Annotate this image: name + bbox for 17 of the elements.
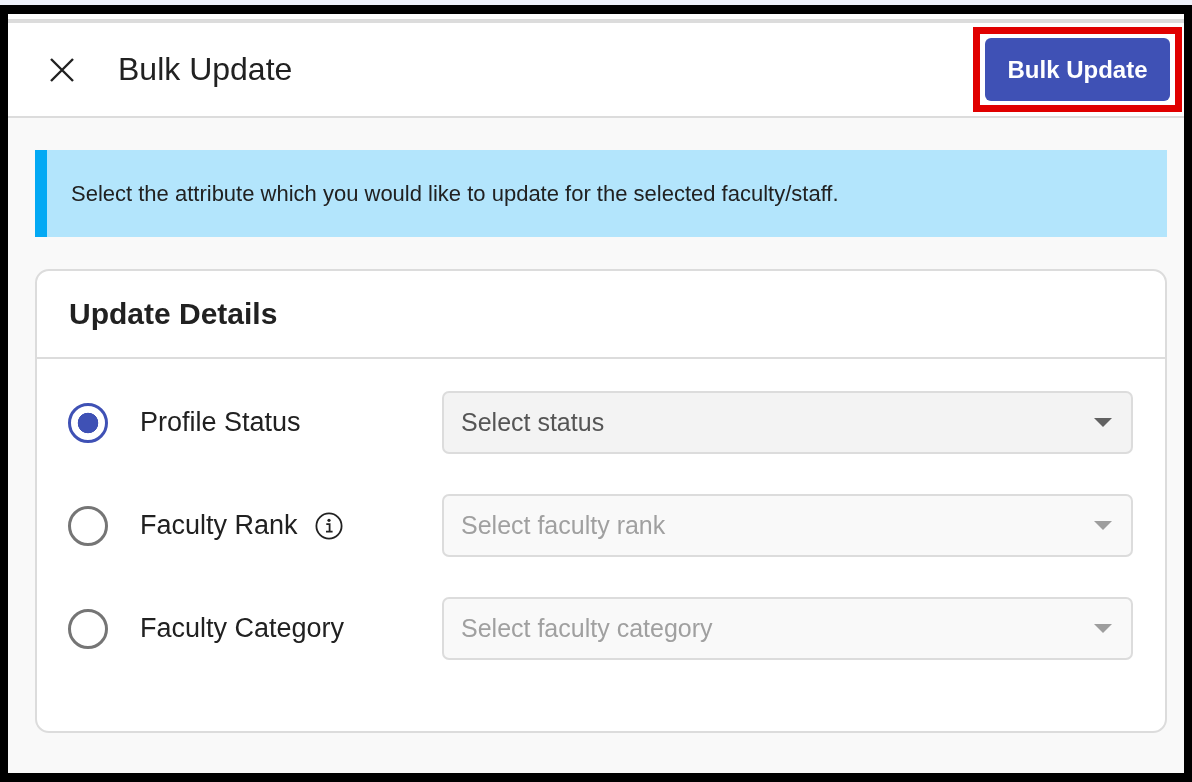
radio-button[interactable]	[68, 505, 108, 546]
radio-button[interactable]	[68, 402, 108, 443]
bulk-update-button[interactable]: Bulk Update	[985, 38, 1170, 101]
radio-button[interactable]	[68, 608, 108, 649]
caret-icon	[1094, 624, 1112, 633]
option-label: Profile Status	[140, 407, 301, 438]
option-label: Faculty Category	[140, 613, 345, 644]
dialog-title: Bulk Update	[118, 51, 293, 88]
banner-text: Select the attribute which you would like to update for the selected faculty/staff.	[71, 180, 839, 207]
card-title: Update Details	[69, 297, 278, 331]
caret-icon	[1094, 521, 1112, 530]
select-field[interactable]: Select status	[442, 391, 1133, 454]
close-button[interactable]	[50, 57, 74, 82]
option-label: Faculty Rank	[140, 510, 298, 541]
caret-icon	[1094, 418, 1112, 427]
close-icon	[50, 57, 74, 82]
info-icon[interactable]	[314, 511, 343, 540]
